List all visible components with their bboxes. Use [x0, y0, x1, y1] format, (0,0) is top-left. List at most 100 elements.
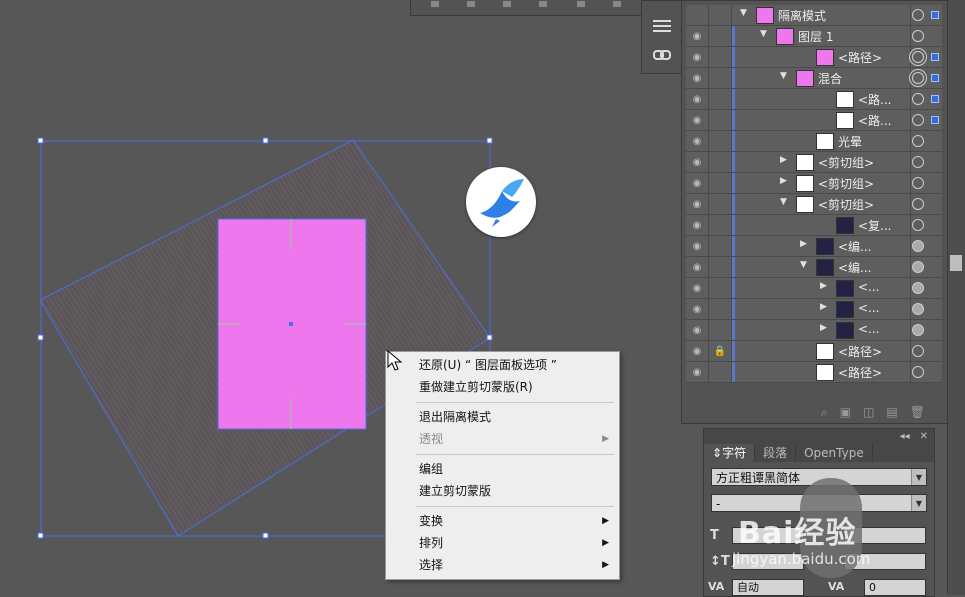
- lock-icon[interactable]: [709, 257, 732, 277]
- layer-name[interactable]: 图层 1: [798, 28, 833, 45]
- chevron-down-icon[interactable]: ▼: [911, 469, 926, 485]
- lock-icon[interactable]: [709, 131, 732, 151]
- target-icon[interactable]: [912, 93, 924, 105]
- eye-icon[interactable]: ◉: [686, 320, 709, 340]
- lock-icon[interactable]: [709, 320, 732, 340]
- lock-icon[interactable]: [709, 5, 732, 25]
- eye-icon[interactable]: ◉: [686, 362, 709, 382]
- eye-icon[interactable]: ◉: [686, 215, 709, 235]
- selection-indicator[interactable]: [931, 74, 939, 82]
- chevron-right-icon[interactable]: ▶: [800, 239, 807, 249]
- eye-icon[interactable]: ◉: [686, 257, 709, 277]
- target-icon[interactable]: [912, 177, 924, 189]
- eye-icon[interactable]: ◉: [686, 152, 709, 172]
- layer-name[interactable]: 隔离模式: [778, 7, 826, 24]
- layer-name[interactable]: 混合: [818, 70, 842, 87]
- chevron-right-icon[interactable]: ▶: [780, 155, 787, 165]
- eye-icon[interactable]: ◉: [686, 110, 709, 130]
- layer-name[interactable]: <路径>: [838, 364, 882, 381]
- layer-name[interactable]: <剪切组>: [818, 154, 874, 171]
- layer-name[interactable]: <剪切组>: [818, 175, 874, 192]
- eye-icon[interactable]: ◉: [686, 173, 709, 193]
- chevron-down-icon[interactable]: ▼: [800, 260, 807, 270]
- tracking-field[interactable]: 0: [864, 579, 926, 596]
- layer-name[interactable]: <剪切组>: [818, 196, 874, 213]
- eye-icon[interactable]: ◉: [686, 236, 709, 256]
- layer-name[interactable]: <路...: [858, 91, 892, 108]
- layer-name[interactable]: <...: [858, 280, 880, 294]
- lock-icon[interactable]: [709, 110, 732, 130]
- kerning-field[interactable]: 自动: [732, 579, 804, 596]
- layer-row[interactable]: ◉ ▼ 混合: [686, 68, 942, 89]
- layer-name[interactable]: <...: [858, 322, 880, 336]
- layer-name[interactable]: <编...: [838, 238, 872, 255]
- chevron-right-icon[interactable]: ▶: [820, 281, 827, 291]
- chevron-down-icon[interactable]: ▼: [760, 29, 767, 39]
- collapse-icon[interactable]: ◂◂: [900, 431, 910, 442]
- eye-icon[interactable]: ◉: [686, 68, 709, 88]
- clip-mask-icon[interactable]: ▣: [840, 405, 851, 419]
- tab-character[interactable]: ⇕字符: [704, 444, 756, 462]
- layer-row[interactable]: ◉ ▼ 图层 1: [686, 26, 942, 47]
- layer-row[interactable]: ◉ ▶ <...: [686, 299, 942, 320]
- eye-icon[interactable]: [686, 5, 709, 25]
- target-icon[interactable]: [912, 135, 924, 147]
- context-menu-item[interactable]: 编组: [386, 458, 619, 480]
- target-icon[interactable]: [912, 114, 924, 126]
- chevron-down-icon[interactable]: ▼: [780, 197, 787, 207]
- lock-icon[interactable]: [709, 194, 732, 214]
- scrollbar-thumb[interactable]: [950, 255, 962, 271]
- layer-row[interactable]: ◉ ▼ <编...: [686, 257, 942, 278]
- trash-icon[interactable]: 🗑: [910, 405, 925, 419]
- chevron-down-icon[interactable]: ▼: [780, 71, 787, 81]
- context-menu-item[interactable]: 建立剪切蒙版: [386, 480, 619, 502]
- selection-indicator[interactable]: [931, 116, 939, 124]
- tab-paragraph[interactable]: 段落: [755, 444, 797, 462]
- layer-row[interactable]: ◉ ▶ <剪切组>: [686, 152, 942, 173]
- layer-row[interactable]: ◉ <复...: [686, 215, 942, 236]
- context-menu-item[interactable]: 选择 ▶: [386, 554, 619, 576]
- layer-row[interactable]: ◉ ▼ <剪切组>: [686, 194, 942, 215]
- context-menu-item[interactable]: 退出隔离模式: [386, 406, 619, 428]
- selection-indicator[interactable]: [931, 95, 939, 103]
- eye-icon[interactable]: ◉: [686, 278, 709, 298]
- layer-row[interactable]: ◉ <路径>: [686, 362, 942, 383]
- layer-row[interactable]: ◉ <路...: [686, 110, 942, 131]
- target-icon[interactable]: [912, 30, 924, 42]
- lock-icon[interactable]: [709, 299, 732, 319]
- lock-icon[interactable]: [709, 236, 732, 256]
- eye-icon[interactable]: ◉: [686, 299, 709, 319]
- layer-name[interactable]: <复...: [858, 217, 892, 234]
- layer-row[interactable]: ◉ ▶ <编...: [686, 236, 942, 257]
- link-icon[interactable]: [648, 44, 676, 66]
- selection-indicator[interactable]: [931, 11, 939, 19]
- lock-icon[interactable]: [709, 362, 732, 382]
- eye-icon[interactable]: ◉: [686, 47, 709, 67]
- lock-icon[interactable]: [709, 68, 732, 88]
- eye-icon[interactable]: ◉: [686, 194, 709, 214]
- target-icon[interactable]: [912, 51, 924, 63]
- layer-name[interactable]: <...: [858, 301, 880, 315]
- target-icon[interactable]: [912, 198, 924, 210]
- chevron-down-icon[interactable]: ▼: [740, 8, 747, 18]
- target-icon[interactable]: [912, 72, 924, 84]
- lock-icon[interactable]: [709, 152, 732, 172]
- hamburger-icon[interactable]: [648, 15, 676, 37]
- target-icon[interactable]: [912, 219, 924, 231]
- new-layer-icon[interactable]: ▤: [886, 405, 897, 419]
- lock-icon[interactable]: [709, 89, 732, 109]
- target-icon[interactable]: [912, 156, 924, 168]
- vertical-scrollbar[interactable]: [947, 0, 965, 595]
- context-menu-item[interactable]: 排列 ▶: [386, 532, 619, 554]
- layer-row[interactable]: ◉ <路径>: [686, 47, 942, 68]
- lock-icon[interactable]: [709, 47, 732, 67]
- chevron-right-icon[interactable]: ▶: [780, 176, 787, 186]
- layer-row[interactable]: ◉ ▶ <...: [686, 278, 942, 299]
- target-icon[interactable]: [912, 240, 924, 252]
- eye-icon[interactable]: ◉: [686, 89, 709, 109]
- lock-icon[interactable]: [709, 173, 732, 193]
- target-icon[interactable]: [912, 366, 924, 378]
- eye-icon[interactable]: ◉: [686, 131, 709, 151]
- lock-icon[interactable]: [709, 26, 732, 46]
- layer-row[interactable]: ◉ ▶ <...: [686, 320, 942, 341]
